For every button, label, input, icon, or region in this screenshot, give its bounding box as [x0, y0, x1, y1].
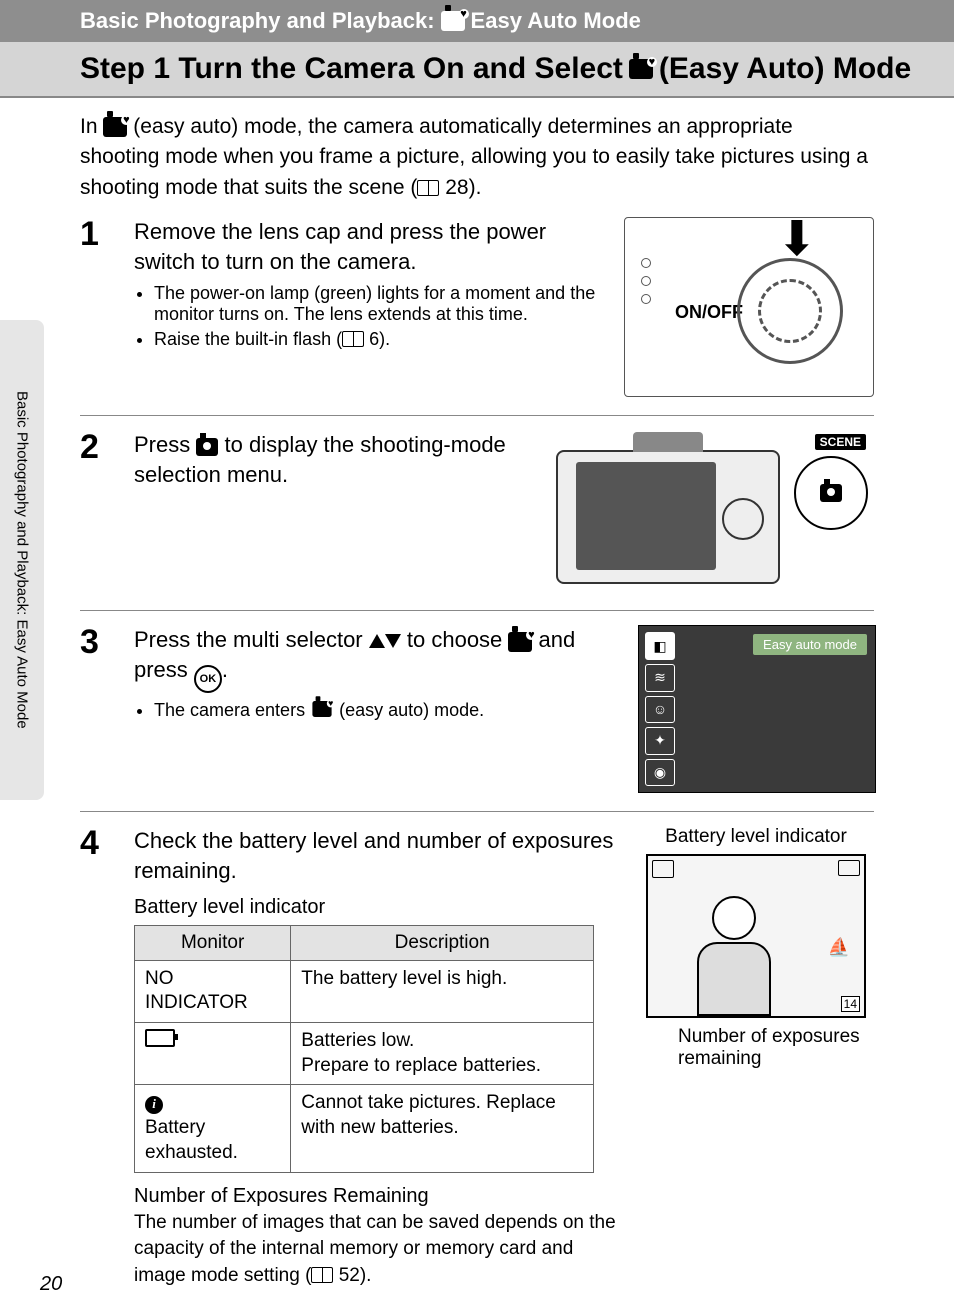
- table-row: i Battery exhausted. Cannot take picture…: [135, 1085, 594, 1172]
- menu-item-sport: ✦: [645, 727, 675, 755]
- warning-info-icon: i: [145, 1096, 163, 1114]
- step-number: 2: [80, 430, 116, 592]
- title-part1: Step 1 Turn the Camera On and Select: [80, 52, 623, 86]
- menu-item-smart-portrait: ☺: [645, 696, 675, 724]
- step-heading: Press to display the shooting-mode selec…: [134, 430, 526, 489]
- subject-person-icon: [694, 896, 774, 1016]
- page-title: Step 1 Turn the Camera On and Select (Ea…: [0, 42, 954, 98]
- battery-low-icon: [145, 1029, 175, 1047]
- menu-item-auto: ◉: [645, 759, 675, 787]
- camera-button-icon: [820, 484, 842, 502]
- camera-heart-icon: [629, 59, 653, 79]
- battery-indicator-icon: [838, 860, 860, 876]
- mode-button-callout: [794, 456, 868, 530]
- table-title: Battery level indicator: [134, 896, 620, 919]
- menu-highlight-label: Easy auto mode: [753, 634, 867, 655]
- table-header-monitor: Monitor: [135, 925, 291, 960]
- header-prefix: Basic Photography and Playback:: [80, 8, 435, 34]
- camera-heart-icon: [312, 701, 331, 717]
- up-arrow-icon: [369, 634, 385, 648]
- illustration-power-switch: ON/OFF ⬇: [624, 217, 874, 397]
- exposures-subtext: The number of images that can be saved d…: [134, 1210, 620, 1290]
- power-dial-icon: [737, 258, 843, 364]
- table-row: Batteries low. Prepare to replace batter…: [135, 1023, 594, 1085]
- section-header: Basic Photography and Playback: Easy Aut…: [0, 0, 954, 42]
- exposures-count: 14: [841, 996, 860, 1012]
- cell-battery-exhausted: i Battery exhausted.: [135, 1085, 291, 1172]
- cell-battery-low-icon: [135, 1023, 291, 1085]
- menu-item-easy-auto: ◧: [645, 632, 675, 660]
- caption-battery-indicator: Battery level indicator: [638, 826, 874, 848]
- cell-desc-high: The battery level is high.: [291, 960, 594, 1022]
- down-arrow-icon: ⬇: [777, 217, 817, 264]
- page-ref-icon: [311, 1267, 333, 1283]
- step-number: 1: [80, 217, 116, 397]
- table-row: NO INDICATOR The battery level is high.: [135, 960, 594, 1022]
- step-heading: Check the battery level and number of ex…: [134, 826, 620, 885]
- step-heading: Press the multi selector to choose and p…: [134, 625, 620, 693]
- cell-desc-low: Batteries low. Prepare to replace batter…: [291, 1023, 594, 1085]
- intro-paragraph: In (easy auto) mode, the camera automati…: [0, 98, 954, 203]
- title-part2: (Easy Auto) Mode: [659, 52, 911, 86]
- step1-bullet1: The power-on lamp (green) lights for a m…: [154, 283, 606, 325]
- cell-no-indicator: NO INDICATOR: [135, 960, 291, 1022]
- camera-heart-icon: [103, 117, 127, 137]
- step-2: 2 Press to display the shooting-mode sel…: [80, 415, 874, 610]
- step-1: 1 Remove the lens cap and press the powe…: [80, 203, 874, 415]
- step-3: 3 Press the multi selector to choose and…: [80, 610, 874, 811]
- exposures-subhead: Number of Exposures Remaining: [134, 1185, 620, 1208]
- cell-desc-exhausted: Cannot take pictures. Replace with new b…: [291, 1085, 594, 1172]
- page-number: 20: [40, 1273, 62, 1296]
- table-header-description: Description: [291, 925, 594, 960]
- battery-indicator-table: Monitor Description NO INDICATOR The bat…: [134, 925, 594, 1173]
- step-number: 4: [80, 826, 116, 1289]
- scene-badge: SCENE: [815, 434, 866, 450]
- sailboat-icon: ⛵: [828, 937, 850, 958]
- step-heading: Remove the lens cap and press the power …: [134, 217, 606, 276]
- mode-indicator-icon: [652, 860, 674, 878]
- caption-exposures-remaining: Number of exposures remaining: [638, 1026, 874, 1070]
- menu-item-scene: ≋: [645, 664, 675, 692]
- step-4: 4 Check the battery level and number of …: [80, 811, 874, 1307]
- illustration-monitor-display: ⛵ 14: [646, 854, 866, 1018]
- step-number: 3: [80, 625, 116, 793]
- camera-heart-icon: [508, 632, 532, 652]
- page-ref-icon: [342, 331, 364, 347]
- camera-heart-icon: [441, 11, 465, 31]
- page-ref-icon: [417, 180, 439, 196]
- illustration-camera-back: SCENE: [544, 430, 874, 592]
- onoff-label: ON/OFF: [675, 302, 743, 323]
- camera-button-icon: [196, 438, 218, 456]
- illustration-mode-menu: ◧ ≋ ☺ ✦ ◉ Easy auto mode: [638, 625, 876, 793]
- side-tab: Basic Photography and Playback: Easy Aut…: [0, 320, 44, 800]
- step3-bullet1: The camera enters (easy auto) mode.: [154, 699, 620, 721]
- header-suffix: Easy Auto Mode: [471, 8, 641, 34]
- ok-button-icon: OK: [194, 665, 222, 693]
- step1-bullet2: Raise the built-in flash ( 6).: [154, 329, 606, 350]
- down-arrow-icon: [385, 634, 401, 648]
